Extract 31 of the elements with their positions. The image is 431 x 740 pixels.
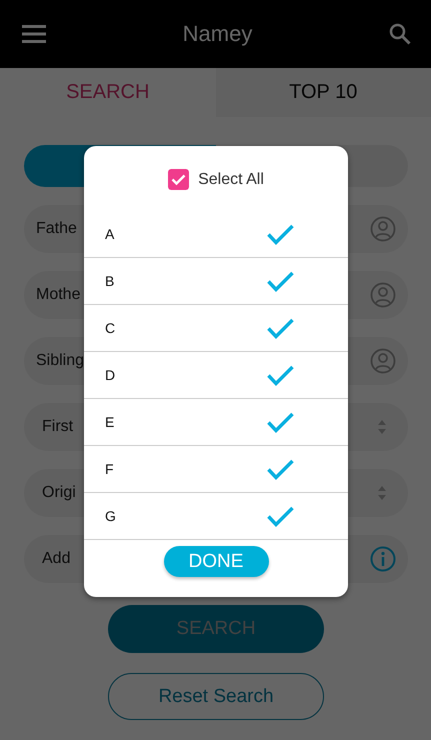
field-label: Origi — [41, 484, 76, 502]
option-label: B — [105, 273, 114, 289]
option-label: G — [105, 508, 116, 524]
spinner-icon — [378, 420, 386, 434]
field-label: Sibling — [36, 352, 84, 370]
field-label: Mothe — [36, 286, 80, 304]
field-label: First — [41, 418, 74, 436]
option-label: A — [105, 226, 114, 242]
menu-icon[interactable] — [22, 25, 46, 43]
option-label: C — [105, 320, 116, 336]
app-title: Namey — [182, 21, 252, 47]
option-row[interactable]: B — [84, 258, 348, 305]
field-label: Fathe — [36, 220, 77, 238]
option-row[interactable]: E — [84, 399, 348, 446]
option-label: F — [105, 461, 114, 477]
option-row[interactable]: A — [84, 211, 348, 258]
option-row[interactable]: F — [84, 446, 348, 493]
checkbox[interactable] — [168, 169, 190, 190]
option-label: E — [105, 414, 114, 430]
option-row[interactable]: D — [84, 352, 348, 399]
spinner-icon — [378, 486, 386, 500]
option-row[interactable]: G — [84, 493, 348, 540]
person-icon — [370, 282, 396, 308]
person-icon — [370, 216, 396, 242]
search-icon[interactable] — [389, 23, 411, 45]
option-label: D — [105, 367, 116, 383]
select-all-label: Select All — [198, 170, 264, 188]
info-icon — [370, 546, 396, 572]
person-icon — [370, 348, 396, 374]
option-row[interactable]: C — [84, 305, 348, 352]
field-label: Add — [41, 550, 70, 568]
